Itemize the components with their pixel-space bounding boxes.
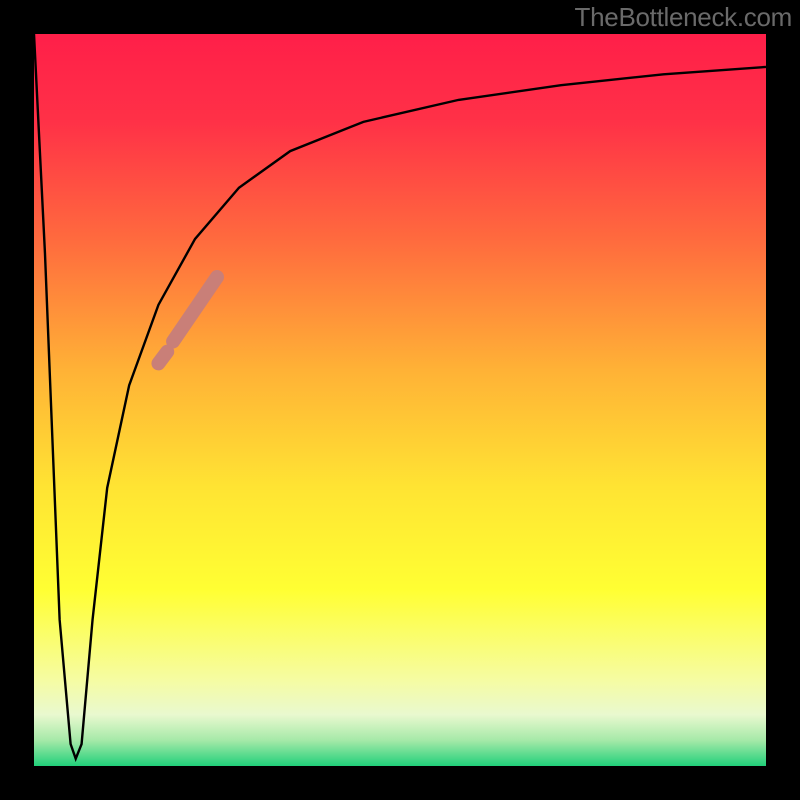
watermark-text: TheBottleneck.com	[575, 2, 792, 33]
chart-container: TheBottleneck.com	[0, 0, 800, 800]
plot-background	[34, 34, 766, 766]
segment-lower	[158, 352, 167, 364]
chart-svg	[0, 0, 800, 800]
